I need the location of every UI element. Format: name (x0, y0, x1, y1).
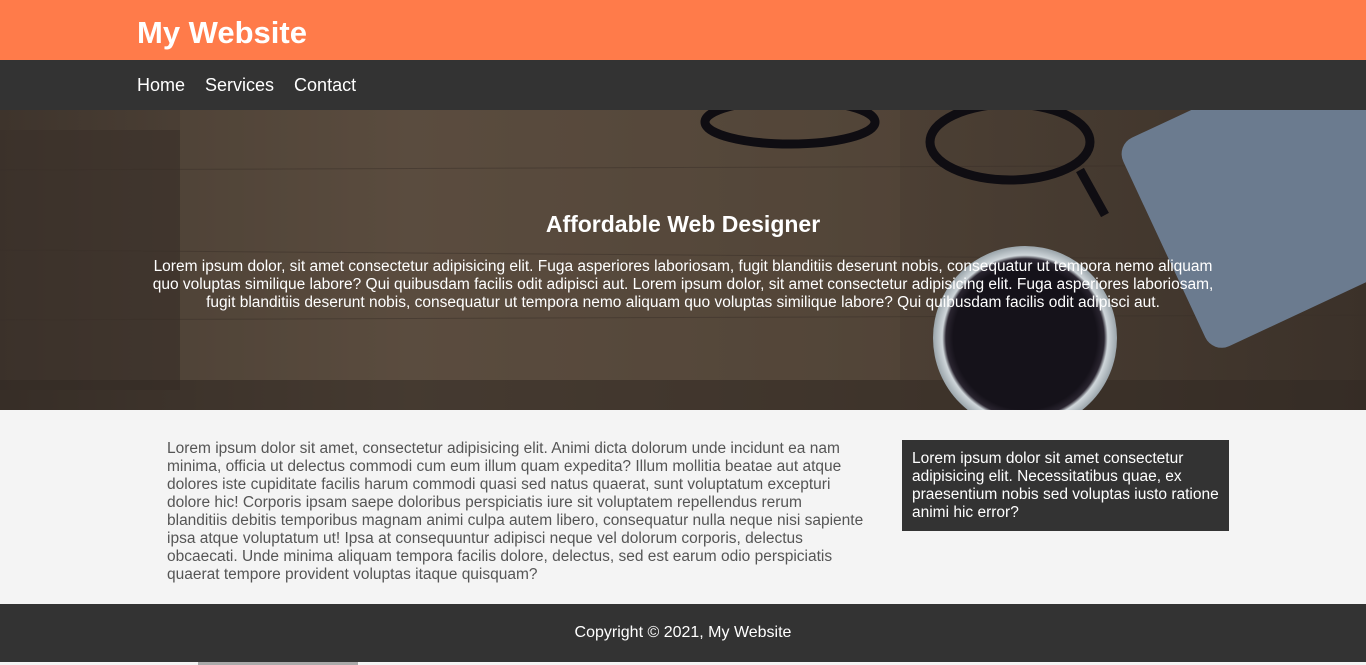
nav-link-contact[interactable]: Contact (294, 74, 356, 96)
footer-copyright: Copyright © 2021, My Website (574, 624, 792, 641)
sidebar-text: Lorem ipsum dolor sit amet consectetur a… (912, 450, 1219, 521)
site-footer: Copyright © 2021, My Website (0, 604, 1366, 662)
site-header: My Website (0, 0, 1366, 60)
hero-text: Lorem ipsum dolor, sit amet consectetur … (152, 258, 1214, 311)
main-nav: Home Services Contact (0, 60, 1366, 110)
main-content-text: Lorem ipsum dolor sit amet, consectetur … (167, 440, 864, 583)
sidebar-box: Lorem ipsum dolor sit amet consectetur a… (902, 440, 1229, 531)
site-brand[interactable]: My Website (137, 14, 307, 52)
nav-link-services[interactable]: Services (205, 74, 274, 96)
hero-title: Affordable Web Designer (545, 211, 821, 237)
hero-section: Affordable Web Designer Lorem ipsum dolo… (0, 110, 1366, 410)
nav-link-home[interactable]: Home (137, 74, 185, 96)
nav-list: Home Services Contact (137, 60, 376, 110)
